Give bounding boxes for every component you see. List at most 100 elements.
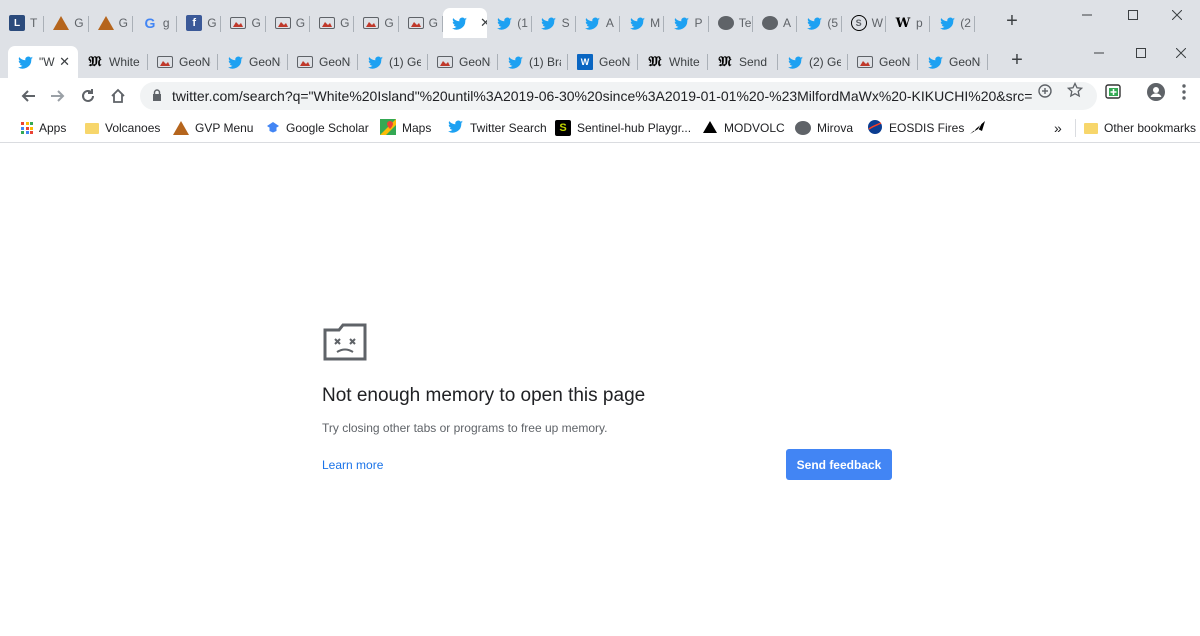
bookmark-sentinel-hub[interactable]: S Sentinel-hub Playgr... [555,119,691,137]
outer-tab[interactable]: (5 [797,8,842,38]
outer-tab-list: L T G G Gg f G G G G G G ✕ (1 S A M P Te A (5 S W Wp (2 [0,8,975,38]
outer-tab[interactable]: (1 [487,8,532,38]
bookmark-google-scholar[interactable]: Google Scholar [266,119,369,137]
bookmark-mirova[interactable]: Mirova [795,119,853,137]
send-feedback-button[interactable]: Send feedback [786,449,892,480]
forward-arrow-icon [51,90,65,102]
tab[interactable]: GeoNe [288,46,358,78]
outer-tab[interactable]: LT [0,8,45,38]
tab[interactable]: (1) Ge [358,46,428,78]
menu-kebab-icon[interactable] [1182,84,1186,104]
outer-tab[interactable]: G [310,8,355,38]
outer-tab[interactable]: G [44,8,89,38]
learn-more-link[interactable]: Learn more [322,458,383,472]
bookmark-bird[interactable] [969,119,987,137]
nyt-icon: 𝔐 [718,54,732,70]
tab[interactable]: (1) Bra [498,46,568,78]
geonet-icon [297,56,313,68]
tab[interactable]: 𝔐 White [638,46,708,78]
url-text[interactable]: twitter.com/search?q="White%20Island"%20… [172,88,1032,104]
outer-tab-label: G [384,16,394,30]
tab[interactable]: (2) Ge [778,46,848,78]
minimize-icon[interactable] [1076,38,1122,68]
volcano-icon [53,16,70,30]
close-tab-icon[interactable]: ✕ [59,54,70,70]
outer-tab-label: W [871,16,883,30]
back-button[interactable] [14,82,42,110]
outer-window-tab-strip: L T G G Gg f G G G G G G ✕ (1 S A M P Te A (5 S W Wp (2 + [0,0,1200,38]
tab-label: GeoNe [319,55,351,69]
close-window-icon[interactable] [1158,38,1200,68]
extension-icon[interactable] [1104,82,1122,104]
address-bar[interactable]: twitter.com/search?q="White%20Island"%20… [140,82,1097,110]
nyt-icon: 𝔐 [648,54,662,70]
bookmark-gvp-menu[interactable]: GVP Menu [173,119,253,137]
tab[interactable]: W GeoNe [568,46,638,78]
tab[interactable]: 𝔐 Send [708,46,778,78]
tab[interactable]: GeoNe [848,46,918,78]
outer-tab[interactable]: G [221,8,266,38]
tab[interactable]: GeoNe [148,46,218,78]
outer-tab-label: G [74,16,84,30]
tab[interactable]: GeoNe [428,46,498,78]
twitter-icon [496,15,512,31]
outer-tab[interactable]: Te [709,8,754,38]
forward-button[interactable] [44,82,72,110]
outer-new-tab-button[interactable]: + [1000,10,1024,33]
bookmark-star-icon[interactable] [1066,81,1084,102]
twitter-icon [939,15,955,31]
tab[interactable]: 𝔐 White [78,46,148,78]
tab[interactable]: "W ✕ [8,46,78,78]
twitter-icon [541,15,557,31]
outer-close-icon[interactable] [1154,0,1200,30]
outer-tab[interactable]: Wp [886,8,931,38]
twitter-icon [367,54,383,70]
bookmark-maps[interactable]: Maps [380,118,431,138]
bookmark-modvolc[interactable]: MODVOLC [702,119,785,137]
tab-strip: "W✕ 𝔐 White GeoNe GeoNe GeoNe (1) Ge GeoNe (1) B… [0,38,1200,78]
outer-tab-label: g [162,16,170,30]
twitter-icon [585,15,601,31]
maps-icon [380,118,396,138]
bookmark-twitter-search[interactable]: Twitter Search [448,119,547,137]
outer-tab[interactable]: Gg [133,8,178,38]
outer-tab[interactable]: M [620,8,665,38]
outer-tab[interactable]: S [532,8,576,38]
new-tab-button[interactable]: + [1005,50,1029,70]
bookmarks-overflow-button[interactable]: » [1054,119,1062,137]
profile-avatar-icon[interactable] [1146,82,1166,106]
outer-maximize-icon[interactable] [1110,0,1156,30]
apps-icon [21,122,33,134]
outer-tab[interactable]: SW [842,8,886,38]
bookmark-apps[interactable]: Apps [21,119,66,137]
bookmark-volcanoes[interactable]: Volcanoes [85,119,160,137]
outer-tab[interactable]: fG [177,8,222,38]
outer-minimize-icon[interactable] [1064,0,1110,30]
volcano-icon [173,121,189,135]
reload-button[interactable] [74,82,102,110]
twitter-icon [787,54,803,70]
bookmark-eosdis-fires[interactable]: EOSDIS Fires [867,119,964,137]
outer-tab[interactable]: G [266,8,311,38]
add-circle-icon[interactable] [1038,84,1052,102]
outer-tab-label: A [605,16,614,30]
tweetdeck-icon: L [9,15,25,31]
outer-tab[interactable]: A [576,8,621,38]
tab[interactable]: GeoNe [918,46,988,78]
home-button[interactable] [104,82,132,110]
outer-tab[interactable]: A [753,8,798,38]
outer-tab[interactable]: G [399,8,443,38]
outer-tab[interactable]: P [664,8,709,38]
outer-tab[interactable]: G [89,8,133,38]
close-tab-icon[interactable]: ✕ [480,15,487,31]
outer-tab-label: G [428,16,439,30]
browser-window: "W✕ 𝔐 White GeoNe GeoNe GeoNe (1) Ge GeoNe (1) B… [0,38,1200,636]
bookmark-label: Mirova [817,121,854,135]
tab-label: GeoNe [459,55,491,69]
outer-tab[interactable]: (2 [930,8,975,38]
other-bookmarks[interactable]: Other bookmarks [1084,119,1196,137]
tab[interactable]: GeoNe [218,46,288,78]
outer-tab[interactable]: G [354,8,399,38]
outer-tab[interactable]: ✕ [442,8,488,38]
google-icon: G [144,15,156,31]
